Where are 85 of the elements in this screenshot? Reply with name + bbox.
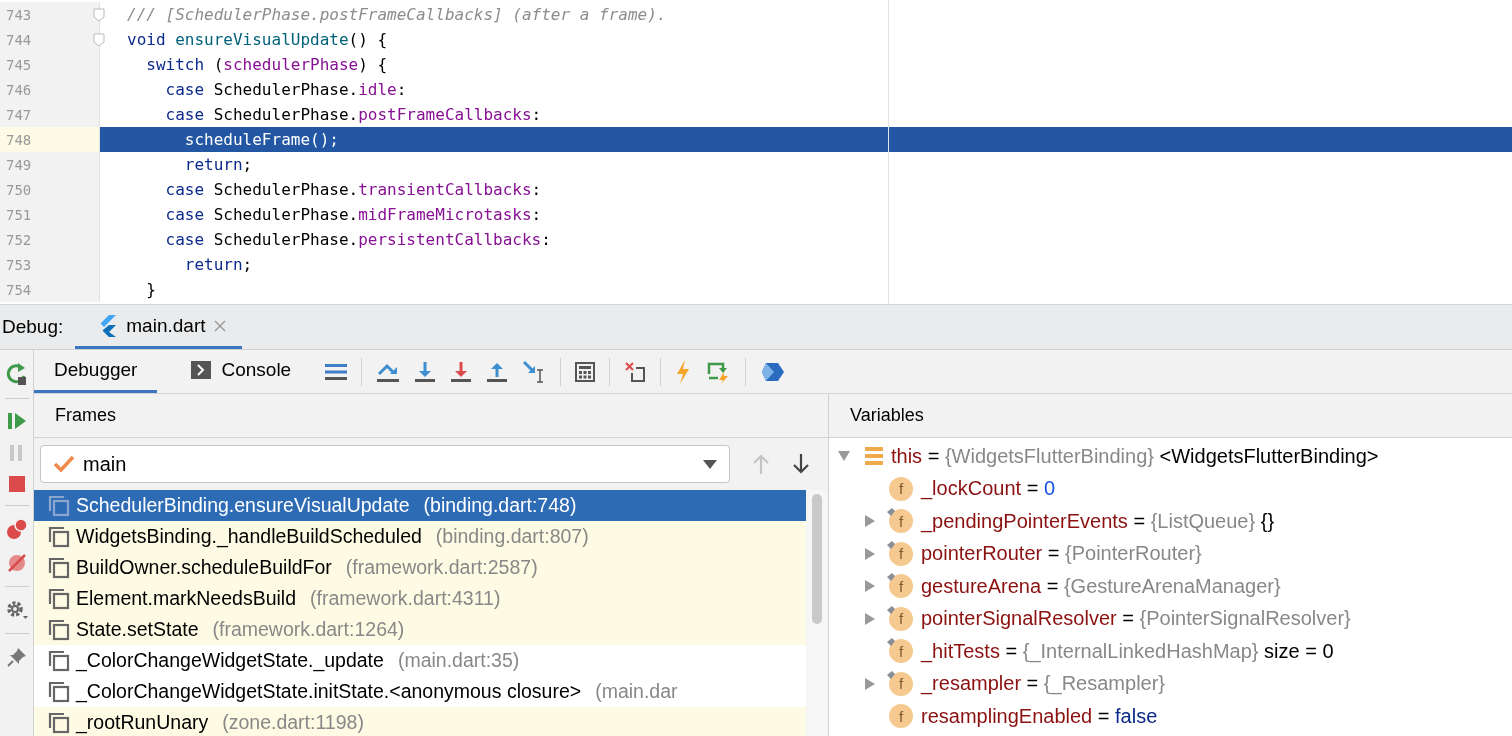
frame-icon — [48, 587, 70, 610]
breakpoints-icon[interactable] — [5, 518, 28, 540]
variable-entry[interactable]: _hitTests = {_InternalLinkedHashMap} size = 0 — [921, 639, 1334, 663]
flutter-logo-icon — [99, 314, 118, 337]
line-number: 750 — [6, 181, 32, 198]
force-step-into-icon[interactable] — [450, 360, 473, 383]
variable-entry[interactable]: _pendingPointerEvents = {ListQueue} {} — [921, 509, 1275, 533]
field-icon: f — [889, 509, 913, 534]
code-line: case SchedulerPhase.transientCallbacks: — [164, 180, 542, 199]
expand-arrow-icon[interactable] — [863, 676, 877, 691]
line-number: 747 — [6, 106, 32, 123]
console-icon — [191, 361, 212, 379]
variable-entry[interactable]: gestureArena = {GestureArenaManager} — [921, 574, 1281, 598]
variable-entry[interactable]: _lockCount = 0 — [921, 477, 1055, 501]
frame-icon — [48, 556, 70, 579]
frame-icon — [48, 494, 70, 517]
panel-title: Frames — [55, 405, 116, 426]
line-number: 752 — [6, 231, 32, 248]
field-icon: f — [889, 574, 913, 599]
line-number: 743 — [6, 6, 32, 23]
code-line: return; — [183, 155, 253, 174]
variable-entry[interactable]: resamplingEnabled = false — [921, 704, 1158, 728]
object-icon — [863, 445, 885, 468]
field-icon: f — [889, 541, 913, 566]
stack-frame-row[interactable]: _rootRunUnary (zone.dart:1198) — [34, 707, 806, 736]
line-number: 744 — [6, 31, 32, 48]
line-number: 748 — [6, 131, 32, 148]
frame-icon — [48, 649, 70, 672]
settings-icon[interactable] — [4, 599, 29, 621]
expand-arrow-icon[interactable] — [863, 579, 877, 594]
variable-entry[interactable]: _resampler = {_Resampler} — [921, 672, 1166, 696]
menu-icon[interactable] — [325, 362, 348, 381]
field-icon: f — [889, 476, 913, 501]
stack-frame-row[interactable]: State.setState (framework.dart:1264) — [34, 614, 806, 645]
step-into-icon[interactable] — [414, 360, 437, 383]
frame-icon — [48, 618, 70, 641]
step-out-icon[interactable] — [486, 360, 509, 383]
code-line: return; — [183, 255, 253, 274]
stack-frame-row[interactable]: SchedulerBinding.ensureVisualUpdate (binding.dart:748) — [34, 490, 806, 521]
debug-label: Debug: — [2, 316, 64, 338]
rerun-icon[interactable] — [5, 362, 28, 386]
field-icon: f — [889, 671, 913, 696]
code-line: switch (schedulerPhase) { — [145, 55, 388, 74]
line-number: 746 — [6, 81, 32, 98]
check-icon — [53, 455, 75, 473]
drop-frame-icon[interactable] — [624, 360, 647, 383]
variable-entry[interactable]: pointerRouter = {PointerRouter} — [921, 542, 1202, 566]
code-line: case SchedulerPhase.midFrameMicrotasks: — [164, 205, 542, 224]
variable-entry[interactable]: pointerSignalResolver = {PointerSignalResolver} — [921, 607, 1351, 631]
code-line: void ensureVisualUpdate() { — [127, 30, 388, 49]
stack-frame-row[interactable]: WidgetsBinding._handleBuildScheduled (binding.dart:807) — [34, 521, 806, 552]
frame-icon — [48, 680, 70, 703]
variable-entry[interactable]: this = {WidgetsFlutterBinding} <WidgetsFlutterBinding> — [891, 444, 1379, 468]
line-number: 749 — [6, 156, 32, 173]
panel-title: Variables — [850, 405, 924, 426]
field-icon: f — [889, 639, 913, 664]
line-number: 753 — [6, 256, 32, 273]
field-icon: f — [889, 704, 913, 729]
stop-icon[interactable] — [7, 475, 26, 493]
expand-arrow-icon[interactable] — [863, 514, 877, 529]
frame-icon — [48, 525, 70, 548]
code-line: } — [145, 280, 156, 299]
code-line: case SchedulerPhase.persistentCallbacks: — [164, 230, 551, 249]
calculator-icon[interactable] — [575, 361, 596, 382]
stack-frame-row[interactable]: BuildOwner.scheduleBuildFor (framework.dart:2587) — [34, 552, 806, 583]
panel-tab[interactable]: Console — [171, 350, 312, 393]
line-number: 754 — [6, 281, 32, 298]
code-line: case SchedulerPhase.postFrameCallbacks: — [164, 105, 542, 124]
line-number: 745 — [6, 56, 32, 73]
code-line: scheduleFrame(); — [183, 130, 339, 149]
expand-arrow-icon[interactable] — [863, 611, 877, 626]
stack-frame-row[interactable]: Element.markNeedsBuild (framework.dart:4311) — [34, 583, 806, 614]
caret-icon — [703, 459, 717, 469]
line-number: 751 — [6, 206, 32, 223]
scrollbar-thumb[interactable] — [812, 494, 822, 624]
down-arrow-icon[interactable] — [792, 453, 810, 475]
pin-icon[interactable] — [5, 646, 28, 668]
thread-dropdown[interactable]: main — [40, 445, 730, 483]
code-line: case SchedulerPhase.idle: — [164, 80, 407, 99]
resume-icon[interactable] — [6, 411, 27, 431]
frame-icon — [48, 711, 70, 734]
expand-arrow-icon[interactable] — [863, 546, 877, 561]
code-line: /// [SchedulerPhase.postFrameCallbacks] (after a frame). — [127, 5, 667, 24]
field-icon: f — [889, 606, 913, 631]
close-icon[interactable] — [214, 319, 227, 332]
